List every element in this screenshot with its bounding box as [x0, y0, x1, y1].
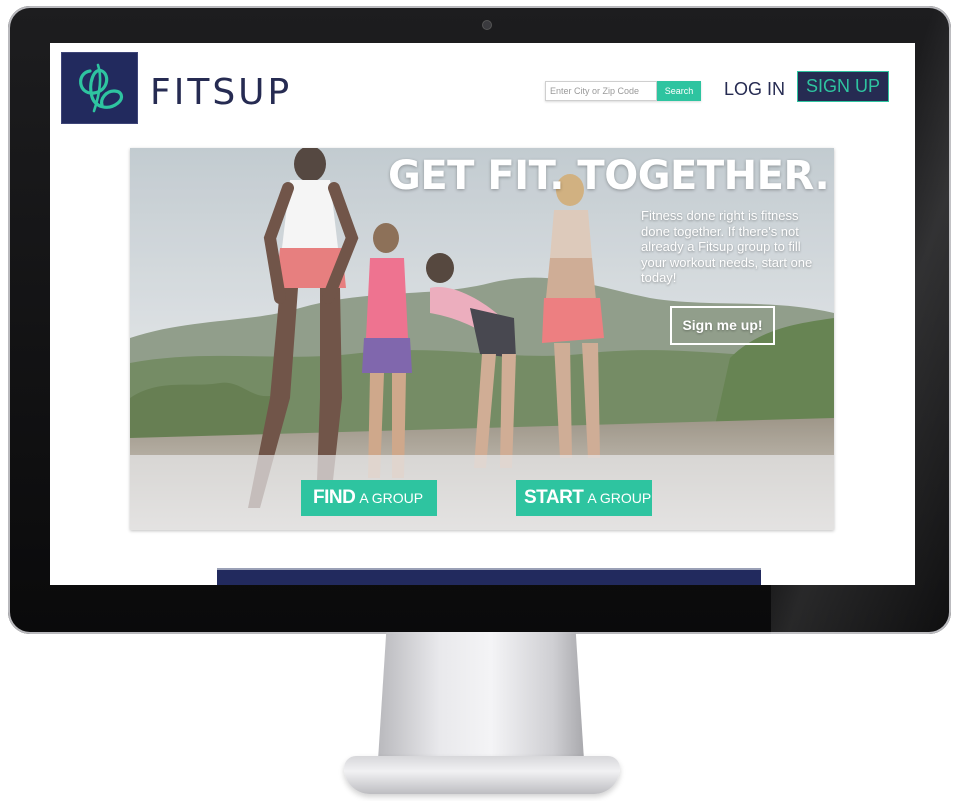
search-button[interactable]: Search [657, 81, 701, 101]
search-input[interactable] [545, 81, 657, 101]
find-group-bold-label: FIND [313, 487, 356, 508]
sign-me-up-button[interactable]: Sign me up! [670, 306, 775, 345]
login-link[interactable]: LOG IN [724, 78, 785, 100]
webcam-icon [482, 20, 492, 30]
content-section-band [217, 568, 761, 585]
website-screen: FITSUP Search LOG IN SIGN UP [50, 43, 915, 585]
start-group-light-label: A GROUP [587, 490, 652, 506]
action-strip [130, 455, 834, 530]
find-group-light-label: A GROUP [359, 490, 424, 506]
monitor-base [344, 756, 620, 794]
search-bar: Search [545, 81, 701, 101]
signup-button[interactable]: SIGN UP [797, 71, 889, 102]
hero-banner: GET FIT. TOGETHER. Fitness done right is… [130, 148, 834, 530]
monitor-stand [378, 632, 584, 760]
hero-description: Fitness done right is fitness done toget… [641, 208, 813, 285]
start-group-button[interactable]: START A GROUP [516, 480, 652, 516]
start-group-bold-label: START [524, 487, 584, 508]
fitsup-logo-icon[interactable] [61, 52, 138, 124]
hero-title: GET FIT. TOGETHER. [388, 153, 830, 199]
brand-wordmark[interactable]: FITSUP [150, 73, 292, 113]
find-group-button[interactable]: FIND A GROUP [301, 480, 437, 516]
